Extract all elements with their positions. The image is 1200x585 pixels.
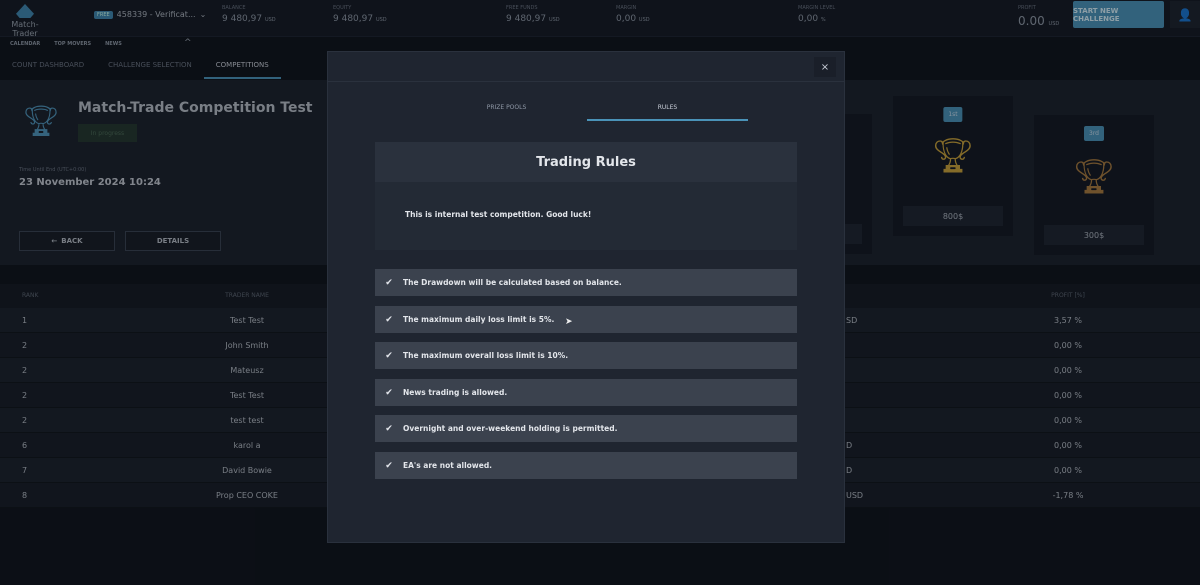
check-icon: ✔ — [385, 277, 393, 288]
tab-prize-pools[interactable]: PRIZE POOLS — [426, 104, 587, 121]
rule-item: ✔ Overnight and over-weekend holding is p… — [375, 415, 797, 442]
rule-text: The maximum daily loss limit is 5%. — [403, 315, 555, 324]
mouse-cursor: ➤ — [565, 317, 573, 327]
rule-item: ✔ The maximum daily loss limit is 5%. — [375, 306, 797, 333]
rules-title: Trading Rules — [375, 142, 797, 182]
rule-text: The maximum overall loss limit is 10%. — [403, 351, 569, 360]
rule-item: ✔ The maximum overall loss limit is 10%. — [375, 342, 797, 369]
check-icon: ✔ — [385, 314, 393, 325]
rule-item: ✔ The Drawdown will be calculated based o… — [375, 269, 797, 296]
check-icon: ✔ — [385, 460, 393, 471]
rule-text: The Drawdown will be calculated based on… — [403, 278, 622, 287]
tab-rules[interactable]: RULES — [587, 104, 748, 121]
check-icon: ✔ — [385, 387, 393, 398]
close-button[interactable]: × — [814, 57, 836, 77]
rule-text: EA's are not allowed. — [403, 461, 493, 470]
rules-intro: This is internal test competition. Good … — [375, 182, 797, 250]
rule-text: News trading is allowed. — [403, 388, 508, 397]
rule-item: ✔ News trading is allowed. — [375, 379, 797, 406]
rules-modal: × PRIZE POOLS RULES Trading Rules This is… — [327, 51, 845, 543]
rule-item: ✔ EA's are not allowed. — [375, 452, 797, 479]
check-icon: ✔ — [385, 350, 393, 361]
rule-text: Overnight and over-weekend holding is pe… — [403, 424, 618, 433]
check-icon: ✔ — [385, 423, 393, 434]
